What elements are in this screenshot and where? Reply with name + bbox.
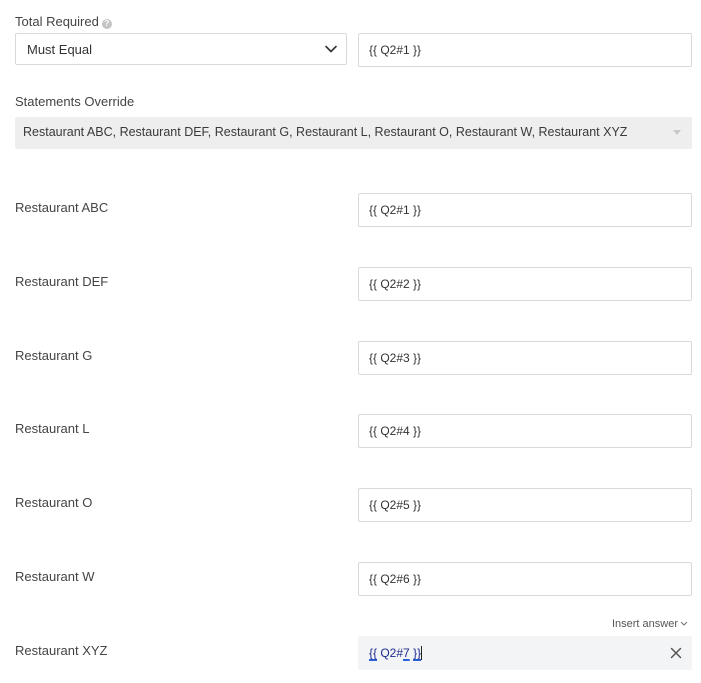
close-icon[interactable] (669, 646, 683, 660)
row-input-restaurant-w[interactable]: {{ Q2#6 }} (358, 562, 692, 596)
total-required-label-text: Total Required (15, 14, 99, 29)
row-input-restaurant-def[interactable]: {{ Q2#2 }} (358, 267, 692, 301)
question-circle-icon[interactable]: ? (101, 19, 112, 29)
caret-down-icon (673, 130, 681, 135)
token-open-braces: {{ (369, 646, 378, 660)
row-input-value: {{ Q2#4 }} (369, 424, 422, 438)
total-required-select-value: Must Equal (27, 42, 93, 57)
row-label-restaurant-w: Restaurant W (15, 569, 95, 584)
row-input-value: {{ Q2#5 }} (369, 498, 422, 512)
token-option-number: 7 (403, 646, 410, 660)
statements-override-value: Restaurant ABC, Restaurant DEF, Restaura… (23, 125, 628, 139)
total-required-select[interactable]: Must Equal (15, 33, 347, 65)
row-label-restaurant-o: Restaurant O (15, 495, 93, 510)
row-label-restaurant-l: Restaurant L (15, 421, 90, 436)
insert-answer-label: Insert answer (611, 618, 678, 630)
row-input-value: {{ Q2#1 }} (369, 203, 422, 217)
row-label-restaurant-xyz: Restaurant XYZ (15, 643, 108, 658)
row-input-restaurant-xyz[interactable]: {{ Q2#7 }} (358, 636, 692, 670)
row-input-value: {{ Q2#3 }} (369, 351, 422, 365)
row-input-restaurant-g[interactable]: {{ Q2#3 }} (358, 341, 692, 375)
row-input-restaurant-o[interactable]: {{ Q2#5 }} (358, 488, 692, 522)
row-input-value: {{ Q2#2 }} (369, 277, 422, 291)
total-required-label: Total Required? (15, 14, 112, 29)
statements-override-select[interactable]: Restaurant ABC, Restaurant DEF, Restaura… (15, 117, 692, 149)
row-label-restaurant-g: Restaurant G (15, 348, 93, 363)
insert-answer-dropdown[interactable]: Insert answer (612, 618, 688, 630)
row-label-restaurant-def: Restaurant DEF (15, 274, 109, 289)
chevron-down-icon (680, 621, 688, 626)
text-cursor (421, 646, 423, 660)
row-input-restaurant-abc[interactable]: {{ Q2#1 }} (358, 193, 692, 227)
chevron-down-icon (325, 45, 337, 53)
row-input-value-active: {{ Q2#7 }} (369, 646, 423, 660)
token-question-ref: Q2# (377, 646, 404, 660)
total-required-value-input[interactable]: {{ Q2#1 }} (358, 33, 692, 67)
row-input-restaurant-l[interactable]: {{ Q2#4 }} (358, 414, 692, 448)
statements-override-label: Statements Override (15, 94, 135, 109)
total-required-value-text: {{ Q2#1 }} (369, 43, 422, 57)
row-label-restaurant-abc: Restaurant ABC (15, 200, 109, 215)
row-input-value: {{ Q2#6 }} (369, 572, 422, 586)
token-close-braces: }} (413, 646, 422, 660)
